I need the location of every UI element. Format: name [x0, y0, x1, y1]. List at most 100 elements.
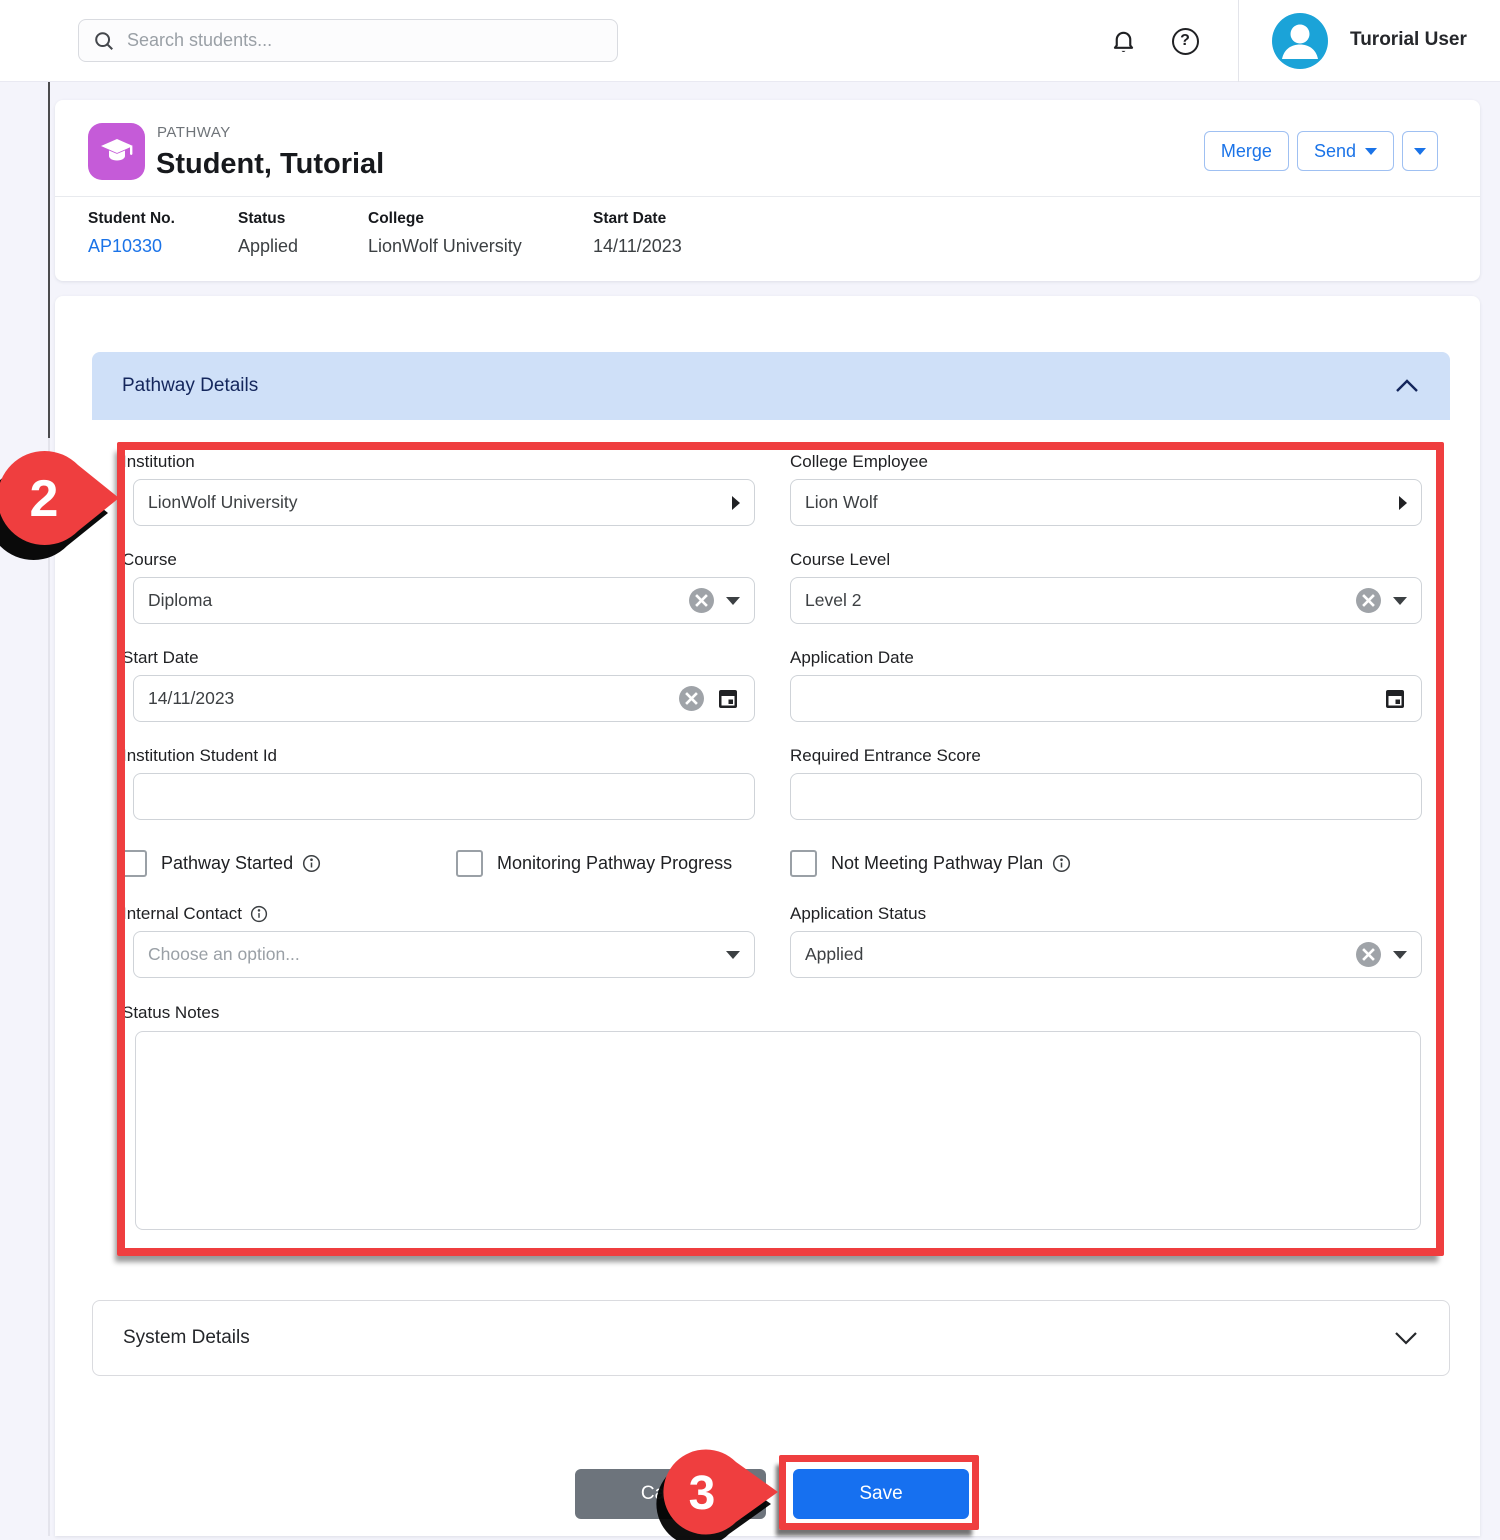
section-title: Pathway Details	[122, 375, 258, 397]
pathway-record-icon	[88, 123, 145, 180]
field-start-date: Start Date 14/11/2023	[133, 648, 755, 722]
cancel-button[interactable]: Cancel	[575, 1469, 766, 1519]
field-value: Applied	[805, 944, 1344, 965]
field-application-status: Application Status Applied	[790, 904, 1422, 978]
send-button[interactable]: Send	[1297, 131, 1394, 171]
checkbox-label: Pathway Started	[161, 853, 321, 874]
merge-button-label: Merge	[1221, 141, 1272, 162]
record-summary: Student No. AP10330 Status Applied Colle…	[88, 210, 753, 257]
required-entrance-score-input[interactable]	[790, 773, 1422, 820]
chevron-down-icon[interactable]	[1393, 951, 1407, 959]
field-institution: Institution LionWolf University	[133, 452, 755, 526]
notifications-button[interactable]	[1108, 26, 1138, 56]
field-label: Application Date	[790, 648, 1422, 668]
field-value: 14/11/2023	[148, 688, 667, 709]
person-icon	[1272, 13, 1328, 69]
monitoring-progress-checkbox[interactable]	[456, 850, 483, 877]
student-no-link[interactable]: AP10330	[88, 236, 238, 257]
search-icon	[93, 30, 115, 52]
field-value: LionWolf University	[148, 492, 720, 513]
field-course-level: Course Level Level 2	[790, 550, 1422, 624]
summary-start-date: Start Date 14/11/2023	[593, 210, 753, 257]
section-title: System Details	[123, 1327, 250, 1349]
field-value: Lion Wolf	[805, 492, 1387, 513]
header-divider	[55, 196, 1480, 197]
info-icon[interactable]	[1052, 854, 1071, 873]
lookup-caret-icon[interactable]	[732, 496, 740, 510]
field-course: Course Diploma	[133, 550, 755, 624]
info-icon[interactable]	[302, 854, 321, 873]
summary-value: Applied	[238, 236, 368, 257]
user-name: Turorial User	[1350, 29, 1467, 51]
checkbox-label-text: Not Meeting Pathway Plan	[831, 853, 1043, 874]
calendar-icon[interactable]	[1383, 687, 1407, 711]
merge-button[interactable]: Merge	[1204, 131, 1289, 171]
start-date-input[interactable]: 14/11/2023	[133, 675, 755, 722]
lookup-caret-icon[interactable]	[1399, 496, 1407, 510]
bell-icon	[1110, 28, 1137, 55]
summary-student-no: Student No. AP10330	[88, 210, 238, 257]
graduation-cap-icon	[99, 136, 135, 168]
page-title: Student, Tutorial	[156, 148, 384, 181]
status-notes-textarea[interactable]	[135, 1031, 1421, 1230]
field-value: Diploma	[148, 590, 677, 611]
summary-college: College LionWolf University	[368, 210, 593, 257]
chevron-down-icon[interactable]	[1393, 597, 1407, 605]
user-avatar[interactable]	[1272, 13, 1328, 69]
window-edge-line-light	[48, 438, 50, 1536]
field-placeholder: Choose an option...	[148, 944, 714, 965]
chevron-down-icon	[1393, 1330, 1419, 1346]
monitoring-progress-checkbox-row: Monitoring Pathway Progress	[456, 850, 732, 877]
college-employee-input[interactable]: Lion Wolf	[790, 479, 1422, 526]
search-box[interactable]	[78, 19, 618, 62]
system-details-header[interactable]: System Details	[92, 1300, 1450, 1376]
chevron-down-icon	[1414, 148, 1426, 155]
status-notes-label: Status Notes	[122, 1003, 219, 1023]
clear-icon[interactable]	[689, 588, 714, 613]
save-button[interactable]: Save	[793, 1469, 969, 1519]
field-required-entrance-score: Required Entrance Score	[790, 746, 1422, 820]
summary-status: Status Applied	[238, 210, 368, 257]
institution-input[interactable]: LionWolf University	[133, 479, 755, 526]
pathway-started-checkbox-row: Pathway Started	[120, 850, 321, 877]
chevron-down-icon[interactable]	[726, 597, 740, 605]
checkbox-label-text: Monitoring Pathway Progress	[497, 853, 732, 874]
checkbox-label-text: Pathway Started	[161, 853, 293, 874]
chevron-up-icon	[1394, 378, 1420, 394]
course-level-select[interactable]: Level 2	[790, 577, 1422, 624]
clear-icon[interactable]	[1356, 942, 1381, 967]
field-value: Level 2	[805, 590, 1344, 611]
info-icon[interactable]	[250, 905, 268, 923]
field-label: Required Entrance Score	[790, 746, 1422, 766]
course-select[interactable]: Diploma	[133, 577, 755, 624]
internal-contact-select[interactable]: Choose an option...	[133, 931, 755, 978]
calendar-icon[interactable]	[716, 687, 740, 711]
search-input[interactable]	[127, 30, 603, 51]
clear-icon[interactable]	[1356, 588, 1381, 613]
help-icon: ?	[1172, 28, 1199, 55]
checkbox-label: Not Meeting Pathway Plan	[831, 853, 1071, 874]
record-type-label: PATHWAY	[157, 124, 231, 141]
help-button[interactable]: ?	[1170, 26, 1200, 56]
pathway-started-checkbox[interactable]	[120, 850, 147, 877]
field-college-employee: College Employee Lion Wolf	[790, 452, 1422, 526]
send-button-label: Send	[1314, 141, 1356, 162]
institution-student-id-input[interactable]	[133, 773, 755, 820]
field-institution-student-id: Institution Student Id	[133, 746, 755, 820]
more-actions-button[interactable]	[1402, 131, 1438, 171]
summary-label: Start Date	[593, 210, 753, 228]
pathway-details-header[interactable]: Pathway Details	[92, 352, 1450, 420]
not-meeting-plan-checkbox[interactable]	[790, 850, 817, 877]
application-status-select[interactable]: Applied	[790, 931, 1422, 978]
field-label: Application Status	[790, 904, 1422, 924]
chevron-down-icon[interactable]	[726, 951, 740, 959]
summary-value: 14/11/2023	[593, 236, 753, 257]
field-label: College Employee	[790, 452, 1422, 472]
field-label-text: Internal Contact	[122, 904, 242, 924]
summary-label: Student No.	[88, 210, 238, 228]
application-date-input[interactable]	[790, 675, 1422, 722]
header-actions: Merge Send	[1204, 131, 1438, 171]
clear-icon[interactable]	[679, 686, 704, 711]
summary-label: College	[368, 210, 593, 228]
summary-value: LionWolf University	[368, 236, 593, 257]
